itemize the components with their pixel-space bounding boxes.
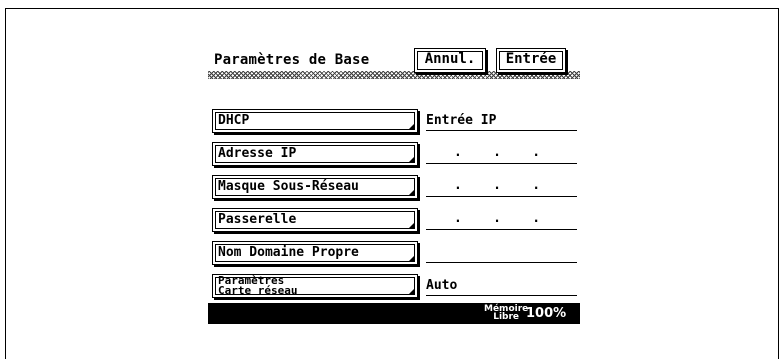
network-card-settings-value-text: Auto: [426, 278, 458, 293]
dhcp-button-label: DHCP: [218, 113, 250, 128]
enter-button-label: Entrée: [505, 51, 557, 67]
subnet-mask-value: . . .: [426, 178, 577, 197]
gateway-value-text: . . .: [454, 211, 541, 226]
subnet-mask-button[interactable]: Masque Sous-Réseau: [212, 175, 418, 199]
gateway-button[interactable]: Passerelle: [212, 208, 418, 232]
enter-button[interactable]: Entrée: [496, 48, 566, 73]
subnet-mask-value-text: . . .: [454, 178, 541, 193]
ip-address-value: . . .: [426, 145, 577, 164]
free-memory-value: 100%: [526, 306, 567, 321]
corner-mark-icon: [409, 256, 414, 261]
cancel-button-label: Annul.: [424, 51, 476, 67]
ip-address-value-text: . . .: [454, 145, 541, 160]
domain-name-button-label: Nom Domaine Propre: [218, 245, 359, 260]
status-bar: Mémoire Libre 100%: [208, 303, 580, 324]
domain-name-value: [426, 245, 577, 263]
corner-mark-icon: [409, 157, 414, 162]
domain-name-button[interactable]: Nom Domaine Propre: [212, 241, 418, 265]
corner-mark-icon: [409, 223, 414, 228]
cancel-button[interactable]: Annul.: [414, 48, 486, 73]
gateway-value: . . .: [426, 211, 577, 230]
corner-mark-icon: [409, 190, 414, 195]
dhcp-button[interactable]: DHCP: [212, 109, 418, 133]
ip-address-button[interactable]: Adresse IP: [212, 142, 418, 166]
network-card-settings-button[interactable]: Paramètres Carte réseau: [212, 274, 418, 298]
ip-address-button-label: Adresse IP: [218, 146, 297, 161]
gateway-button-label: Passerelle: [218, 212, 297, 227]
free-memory-label-line2: Libre: [493, 312, 520, 322]
corner-mark-icon: [409, 124, 414, 129]
network-card-settings-value: Auto: [426, 278, 577, 296]
subnet-mask-button-label: Masque Sous-Réseau: [218, 179, 359, 194]
dhcp-value: Entrée IP: [426, 113, 577, 131]
page-title: Paramètres de Base: [214, 52, 370, 68]
dhcp-value-text: Entrée IP: [426, 113, 497, 128]
free-memory-label: Mémoire Libre: [484, 305, 528, 322]
corner-mark-icon: [409, 289, 414, 294]
network-card-settings-button-label: Paramètres Carte réseau: [218, 275, 298, 297]
network-card-settings-label-line2: Carte réseau: [218, 284, 298, 297]
